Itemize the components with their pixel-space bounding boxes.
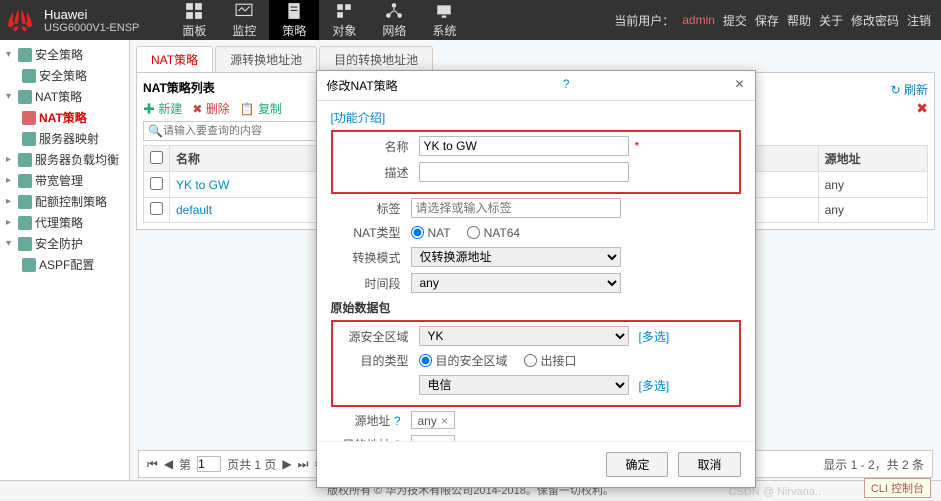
- highlight-name-box: 名称* 描述: [331, 130, 741, 194]
- chip-srcaddr[interactable]: any×: [411, 411, 455, 429]
- link-chpwd[interactable]: 修改密码: [851, 12, 899, 29]
- link-logout[interactable]: 注销: [907, 12, 931, 29]
- brand-title: Huawei: [44, 7, 139, 22]
- cli-console[interactable]: CLI 控制台: [864, 478, 931, 498]
- nav-network[interactable]: 网络: [369, 0, 419, 40]
- nav-monitor[interactable]: 监控: [219, 0, 269, 40]
- conv-mode-select[interactable]: 仅转换源地址: [411, 247, 621, 267]
- nav-system[interactable]: 系统: [419, 0, 469, 40]
- highlight-src-box: 源安全区域YK[多选] 目的类型 目的安全区域 出接口 电信[多选]: [331, 320, 741, 407]
- tree-server-map[interactable]: 服务器映射: [0, 128, 129, 149]
- tree-security-policy[interactable]: ▾安全策略: [0, 44, 129, 65]
- radio-nat64[interactable]: NAT64: [467, 226, 520, 240]
- close-icon[interactable]: ✕: [734, 77, 744, 94]
- tree-slb[interactable]: ▸服务器负载均衡: [0, 149, 129, 170]
- desc-input[interactable]: [419, 162, 629, 182]
- tag-input[interactable]: [411, 198, 621, 218]
- nav-object[interactable]: 对象: [319, 0, 369, 40]
- link-save[interactable]: 保存: [755, 12, 779, 29]
- sidebar: ▾安全策略 安全策略 ▾NAT策略 NAT策略 服务器映射 ▸服务器负载均衡 ▸…: [0, 40, 130, 480]
- dialog-title: 修改NAT策略: [327, 77, 398, 94]
- edit-nat-dialog: 修改NAT策略 ? ✕ [功能介绍] 名称* 描述 标签 NAT类型 NAT N…: [316, 70, 756, 488]
- tree-aspf[interactable]: ASPF配置: [0, 254, 129, 275]
- link-help[interactable]: 帮助: [787, 12, 811, 29]
- top-nav: 面板 监控 策略 对象 网络 系统: [169, 0, 469, 40]
- radio-nat[interactable]: NAT: [411, 226, 451, 240]
- radio-out-if[interactable]: 出接口: [524, 352, 577, 369]
- help-icon[interactable]: ?: [394, 438, 401, 442]
- chip-dstaddr[interactable]: any×: [411, 435, 455, 441]
- brand-model: USG6000V1-ENSP: [44, 22, 139, 34]
- section-src: 原始数据包: [331, 299, 741, 316]
- tree-nat-policy-child[interactable]: NAT策略: [0, 107, 129, 128]
- chip-remove-icon: ×: [441, 414, 448, 428]
- nav-policy[interactable]: 策略: [269, 0, 319, 40]
- more-link-1[interactable]: [多选]: [639, 328, 670, 345]
- dialog-help-icon[interactable]: ?: [563, 77, 570, 94]
- tree-nat-policy[interactable]: ▾NAT策略: [0, 86, 129, 107]
- src-zone-select[interactable]: YK: [419, 326, 629, 346]
- nav-dashboard[interactable]: 面板: [169, 0, 219, 40]
- tree-proxy[interactable]: ▸代理策略: [0, 212, 129, 233]
- current-user-label: 当前用户：: [614, 12, 674, 29]
- time-select[interactable]: any: [411, 273, 621, 293]
- brand: Huawei USG6000V1-ENSP: [44, 7, 139, 34]
- tree-security-policy-child[interactable]: 安全策略: [0, 65, 129, 86]
- tree-security-def[interactable]: ▾安全防护: [0, 233, 129, 254]
- tree-quota[interactable]: ▸配额控制策略: [0, 191, 129, 212]
- header-right: 当前用户： admin 提交 保存 帮助 关于 修改密码 注销: [614, 12, 931, 29]
- huawei-logo: [0, 0, 40, 40]
- ok-button[interactable]: 确定: [606, 452, 668, 477]
- current-user: admin: [682, 13, 715, 27]
- link-commit[interactable]: 提交: [723, 12, 747, 29]
- intro-link[interactable]: [功能介绍]: [331, 111, 386, 125]
- name-input[interactable]: [419, 136, 629, 156]
- help-icon[interactable]: ?: [394, 414, 401, 428]
- dst-zone-select[interactable]: 电信: [419, 375, 629, 395]
- tree-bandwidth[interactable]: ▸带宽管理: [0, 170, 129, 191]
- link-about[interactable]: 关于: [819, 12, 843, 29]
- more-link-2[interactable]: [多选]: [639, 377, 670, 394]
- radio-dst-zone[interactable]: 目的安全区域: [419, 352, 508, 369]
- cancel-button[interactable]: 取消: [678, 452, 740, 477]
